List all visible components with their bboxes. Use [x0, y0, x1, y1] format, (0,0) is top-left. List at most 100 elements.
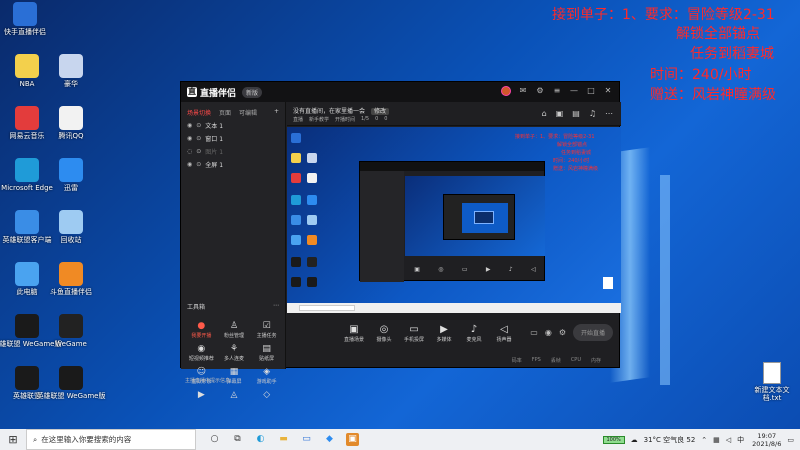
start-live-button[interactable]: 开始直播: [572, 324, 613, 341]
phone-cast-button[interactable]: ▭ 手机投屏: [399, 324, 429, 343]
tool-icon: ⚘: [229, 344, 239, 354]
start-button[interactable]: ⊞: [0, 429, 26, 450]
scene-source-button[interactable]: ▣ 直播场景: [339, 324, 369, 343]
live-app-taskbar-icon[interactable]: ▣: [346, 433, 359, 446]
overlay-line-3: 任务到稻妻城: [690, 46, 774, 62]
tool-icon: ♙: [229, 321, 239, 331]
eye-icon[interactable]: ◉: [187, 135, 192, 142]
scene-item-text[interactable]: ◉ ⊙ 文本 1: [181, 119, 285, 132]
volume-icon[interactable]: ◁: [726, 436, 731, 444]
nested-preview-window: ▣ ◎ ▭ ▶ ♪ ◁: [359, 161, 545, 282]
toolbox-item[interactable]: ☑ 主播任务: [250, 320, 283, 339]
toolbox-item[interactable]: ● 我要开播: [185, 320, 218, 339]
toolbox-item[interactable]: ◈ 游戏助手: [250, 366, 283, 385]
app-title-bar[interactable]: 直 直播伴侣 新版 ✉ ⚙ ≡ — □ ✕: [181, 82, 619, 102]
mail-icon[interactable]: ▭: [300, 433, 313, 446]
topbar-icons: ⌂ ▣ ▤ ♫ ⋯: [542, 109, 613, 118]
record-icon[interactable]: ▭: [530, 328, 538, 337]
source-controls: ▣ 直播场景 ◎ 摄像头 ▭ 手机投屏 ▶ 多媒体 ♪ 麦克风 ◁ 扬声器 ▭ ◉ ⚙ 开始…: [287, 318, 621, 348]
toolbox-item[interactable]: ▤ 贴纸屏: [250, 343, 283, 362]
more-icon[interactable]: ⋯: [273, 302, 279, 311]
mic-button[interactable]: ♪ 麦克风: [459, 324, 489, 343]
lock-icon[interactable]: ⊙: [196, 161, 201, 168]
live-companion-window[interactable]: 直 直播伴侣 新版 ✉ ⚙ ≡ — □ ✕ 场景切换 页面 可编辑 + ◉ ⊙ 文…: [180, 81, 621, 400]
eye-icon[interactable]: ◉: [187, 122, 192, 129]
kuaishou-live-icon: [13, 2, 37, 26]
edit-room-button[interactable]: 修改: [370, 108, 389, 115]
speaker-button[interactable]: ◁ 扬声器: [489, 324, 519, 343]
desktop-icon[interactable]: 网易云音乐: [4, 106, 50, 140]
room-stat[interactable]: 新手教学: [309, 116, 329, 123]
desktop-icon[interactable]: Microsoft Edge: [1, 158, 53, 192]
desktop-icon[interactable]: 豪华: [48, 54, 94, 88]
toolbox-item[interactable]: ◉ 短视频推荐: [185, 343, 218, 362]
xunlei-taskbar-icon[interactable]: ◆: [323, 433, 336, 446]
shop-icon[interactable]: ⌂: [542, 109, 547, 118]
task-view-icon[interactable]: ⧉: [231, 433, 244, 446]
menu-icon[interactable]: ≡: [552, 86, 562, 96]
camera-button[interactable]: ◎ 摄像头: [369, 324, 399, 343]
desktop-icon[interactable]: 腾讯QQ: [48, 106, 94, 140]
gear-icon[interactable]: ⚙: [559, 328, 566, 337]
desktop-icon[interactable]: 回收站: [48, 210, 94, 244]
desktop-text-file[interactable]: 新建文本文档.txt: [752, 362, 792, 402]
toolbox-item[interactable]: ♙ 粉丝管理: [218, 320, 251, 339]
toolbox-item[interactable]: ▶: [185, 389, 218, 401]
desktop-icon[interactable]: 迅雷: [48, 158, 94, 192]
bell-icon[interactable]: ♫: [589, 109, 596, 118]
gift-icon[interactable]: ▣: [556, 109, 564, 118]
speaker-icon: ◁: [500, 323, 508, 335]
cortana-icon[interactable]: ○: [208, 433, 221, 446]
notification-icon[interactable]: ▭: [787, 436, 794, 444]
more-icon[interactable]: ⋯: [605, 109, 613, 118]
nested-control-icon: ◎: [438, 265, 444, 273]
desktop-icon[interactable]: 此电脑: [4, 262, 50, 296]
toolbox-header: 工具箱 ⋯: [187, 302, 279, 311]
tab-page[interactable]: 页面: [219, 108, 231, 117]
tool-label: 粉丝管理: [223, 333, 244, 339]
ctl-label: 手机投屏: [403, 336, 424, 343]
tab-edit[interactable]: 可编辑: [239, 108, 257, 117]
network-icon[interactable]: ▦: [713, 436, 720, 444]
eye-icon[interactable]: ◉: [187, 161, 192, 168]
desktop-icon[interactable]: NBA: [4, 54, 50, 88]
message-icon[interactable]: ✉: [518, 86, 528, 96]
weather-text[interactable]: 31°C 空气良 52: [644, 435, 696, 445]
lock-icon[interactable]: ⊙: [196, 148, 201, 155]
desktop-icon[interactable]: 英雄联盟客户端: [3, 210, 52, 244]
lock-icon[interactable]: ⊙: [196, 122, 201, 129]
edge-taskbar-icon[interactable]: ◐: [254, 433, 267, 446]
toolbox-item[interactable]: ◇: [250, 389, 283, 401]
desktop-icon[interactable]: 斗鱼直播伴侣: [48, 262, 94, 296]
minimize-icon[interactable]: —: [569, 86, 579, 96]
desktop-icon[interactable]: 英雄联盟 WeGame版: [37, 366, 105, 400]
scene-item-window[interactable]: ◉ ⊙ 窗口 1: [181, 132, 285, 145]
view-icon[interactable]: ◉: [545, 328, 552, 337]
ime-icon[interactable]: 中: [737, 435, 744, 445]
settings-icon[interactable]: ⚙: [535, 86, 545, 96]
app-logo: 直 直播伴侣: [187, 86, 236, 99]
maximize-icon[interactable]: □: [586, 86, 596, 96]
chart-icon[interactable]: ▤: [572, 109, 580, 118]
taskbar-search[interactable]: ⌕ 在这里输入你要搜索的内容: [26, 429, 196, 450]
toolbox-item[interactable]: ⚘ 多人连麦: [218, 343, 251, 362]
user-avatar[interactable]: [501, 86, 511, 96]
system-clock[interactable]: 19:07 2021/8/6: [752, 432, 781, 448]
tab-scene[interactable]: 场景切换: [187, 108, 211, 117]
show-hidden-icon[interactable]: ⌃: [701, 436, 707, 444]
media-button[interactable]: ▶ 多媒体: [429, 324, 459, 343]
lock-icon[interactable]: ⊙: [196, 135, 201, 142]
desktop-icon[interactable]: 快手直播伴侣: [2, 2, 48, 36]
desktop-icon[interactable]: 英雄联盟 WeGame版: [0, 314, 61, 348]
stream-preview[interactable]: 接到单子：1、要求：冒险等级2-31 解锁全部锚点 任务到稻妻城 时间：240/…: [287, 127, 621, 313]
close-icon[interactable]: ✕: [603, 86, 613, 96]
toolbox-item[interactable]: ◬: [218, 389, 251, 401]
eye-off-icon[interactable]: ◌: [187, 148, 192, 155]
scene-item-fullscreen[interactable]: ◉ ⊙ 全屏 1: [181, 158, 285, 171]
battery-indicator[interactable]: 100%: [602, 435, 625, 444]
scene-item-image[interactable]: ◌ ⊙ 图片 1: [181, 145, 285, 158]
explorer-icon[interactable]: ▬: [277, 433, 290, 446]
version-badge[interactable]: 新版: [242, 86, 263, 98]
desktop-icon[interactable]: WeGame: [48, 314, 94, 348]
add-scene-icon[interactable]: +: [274, 108, 279, 117]
